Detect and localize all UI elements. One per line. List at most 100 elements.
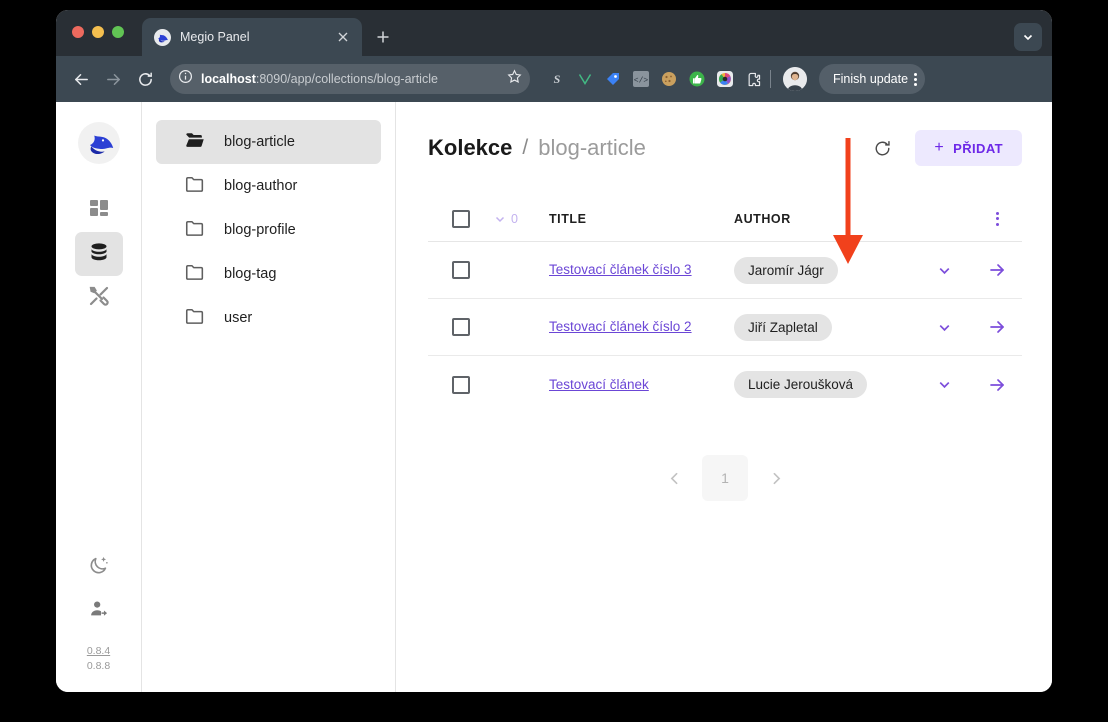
new-tab-button[interactable] <box>368 18 398 56</box>
extension-icons: S </> <box>548 70 762 88</box>
pagination-page-1[interactable]: 1 <box>702 455 748 501</box>
sidebar-item-tools[interactable] <box>75 276 123 320</box>
megio-shark-logo[interactable] <box>77 122 120 164</box>
checkbox-unchecked-icon[interactable] <box>452 318 470 336</box>
add-button[interactable]: + PŘIDAT <box>915 130 1022 166</box>
row-author-cell: Lucie Jeroušková <box>734 371 916 398</box>
row-expand-button[interactable] <box>916 320 972 335</box>
row-select-cell <box>428 375 494 394</box>
pagination-prev-button[interactable] <box>662 466 686 490</box>
arrow-back-icon[interactable] <box>66 64 96 94</box>
sidebar-item-blog-tag[interactable]: blog-tag <box>156 252 381 296</box>
maximize-window-button[interactable] <box>112 26 124 38</box>
url-host: localhost <box>201 72 256 86</box>
column-header-title[interactable]: TITLE <box>549 212 734 226</box>
cookie-extension-icon[interactable] <box>660 70 678 88</box>
row-expand-button[interactable] <box>916 377 972 392</box>
arrow-right-icon <box>990 378 1004 391</box>
svg-text:</>: </> <box>634 77 649 86</box>
breadcrumb-root[interactable]: Kolekce <box>428 135 512 161</box>
sidebar-item-blog-profile[interactable]: blog-profile <box>156 208 381 252</box>
browser-window: Megio Panel localhost:8090/app/collectio… <box>56 10 1052 692</box>
checkbox-unchecked-icon[interactable] <box>452 261 470 279</box>
address-bar[interactable]: localhost:8090/app/collections/blog-arti… <box>170 64 530 94</box>
table-row[interactable]: Testovací článek číslo 2 Jiří Zapletal <box>428 299 1022 356</box>
shark-favicon <box>154 28 171 46</box>
collections-panel: blog-article blog-author blog-profile bl… <box>142 102 396 692</box>
folder-icon <box>184 217 206 243</box>
chevron-left-icon <box>670 472 677 484</box>
row-title-cell: Testovací článek <box>549 376 734 394</box>
chevron-down-icon[interactable] <box>1014 23 1042 51</box>
info-circle-icon[interactable] <box>178 69 193 89</box>
chevron-down-icon <box>495 216 505 222</box>
row-expand-button[interactable] <box>916 263 972 278</box>
record-title-link[interactable]: Testovací článek číslo 3 <box>549 262 692 277</box>
minimize-window-button[interactable] <box>92 26 104 38</box>
close-icon[interactable] <box>334 28 352 46</box>
folder-icon <box>184 305 206 331</box>
svg-text:S: S <box>554 72 561 86</box>
table-row[interactable]: Testovací článek číslo 3 Jaromír Jágr <box>428 242 1022 299</box>
checkbox-unchecked-icon[interactable] <box>452 209 470 228</box>
tag-extension-icon[interactable] <box>604 70 622 88</box>
sidebar-item-blog-article[interactable]: blog-article <box>156 120 381 164</box>
colorwheel-extension-icon[interactable] <box>716 70 734 88</box>
table-options-button[interactable] <box>972 211 1022 226</box>
column-header-author[interactable]: AUTHOR <box>734 212 916 226</box>
pagination-next-button[interactable] <box>764 466 788 490</box>
table-row[interactable]: Testovací článek Lucie Jeroušková <box>428 356 1022 413</box>
refresh-icon[interactable] <box>865 131 899 165</box>
folder-icon <box>184 261 206 287</box>
version-info: 0.8.4 0.8.8 <box>87 644 110 692</box>
sidebar-item-dashboard[interactable] <box>75 188 123 232</box>
breadcrumb-current: blog-article <box>538 135 646 160</box>
toolbar-divider <box>770 70 771 88</box>
add-button-label: PŘIDAT <box>953 140 1003 156</box>
row-select-cell <box>428 318 494 336</box>
close-window-button[interactable] <box>72 26 84 38</box>
kebab-menu-icon[interactable] <box>914 72 918 86</box>
thumbs-up-extension-icon[interactable] <box>688 70 706 88</box>
arrow-forward-icon[interactable] <box>98 64 128 94</box>
collection-label: user <box>224 310 253 326</box>
row-author-cell: Jiří Zapletal <box>734 313 916 341</box>
grammarly-extension-icon[interactable]: S <box>548 70 566 88</box>
finish-update-button[interactable]: Finish update <box>819 64 926 94</box>
address-bar-url: localhost:8090/app/collections/blog-arti… <box>201 72 499 86</box>
version-current[interactable]: 0.8.4 <box>87 644 110 659</box>
row-select-cell <box>428 261 494 279</box>
version-latest: 0.8.8 <box>86 659 111 672</box>
breadcrumb-separator: / <box>522 136 529 159</box>
sidebar-item-user[interactable]: user <box>156 296 381 340</box>
row-open-button[interactable] <box>972 261 1022 279</box>
collection-label: blog-tag <box>224 266 277 282</box>
record-title-link[interactable]: Testovací článek <box>549 377 649 392</box>
table-header-row: 0 TITLE AUTHOR <box>428 196 1022 242</box>
vue-devtools-extension-icon[interactable] <box>576 70 594 88</box>
arrow-right-icon <box>990 264 1004 276</box>
records-table: 0 TITLE AUTHOR Testovací článek číslo 3 … <box>428 196 1022 413</box>
chevron-down-icon <box>939 381 949 389</box>
arrow-right-icon <box>990 321 1004 333</box>
row-open-button[interactable] <box>972 376 1022 394</box>
row-open-button[interactable] <box>972 318 1022 336</box>
reload-icon[interactable] <box>130 64 160 94</box>
puzzle-extensions-icon[interactable] <box>744 70 762 88</box>
logout-button[interactable] <box>75 590 123 634</box>
star-icon[interactable] <box>507 69 522 89</box>
selection-count: 0 <box>511 211 518 226</box>
chevron-right-icon <box>773 472 780 484</box>
app-body: 0.8.4 0.8.8 blog-article blog-author blo… <box>56 102 1052 692</box>
browser-tab[interactable]: Megio Panel <box>142 18 362 56</box>
selection-count-cell[interactable]: 0 <box>494 212 549 226</box>
sidebar-item-collections[interactable] <box>74 232 123 276</box>
sidebar-item-blog-author[interactable]: blog-author <box>156 164 381 208</box>
checkbox-unchecked-icon[interactable] <box>452 375 470 394</box>
avatar[interactable] <box>783 67 807 91</box>
record-title-link[interactable]: Testovací článek číslo 2 <box>549 319 692 334</box>
code-extension-icon[interactable]: </> <box>632 70 650 88</box>
chevron-down-icon <box>939 267 949 274</box>
finish-update-label: Finish update <box>833 72 909 86</box>
dark-mode-toggle[interactable] <box>75 546 123 590</box>
